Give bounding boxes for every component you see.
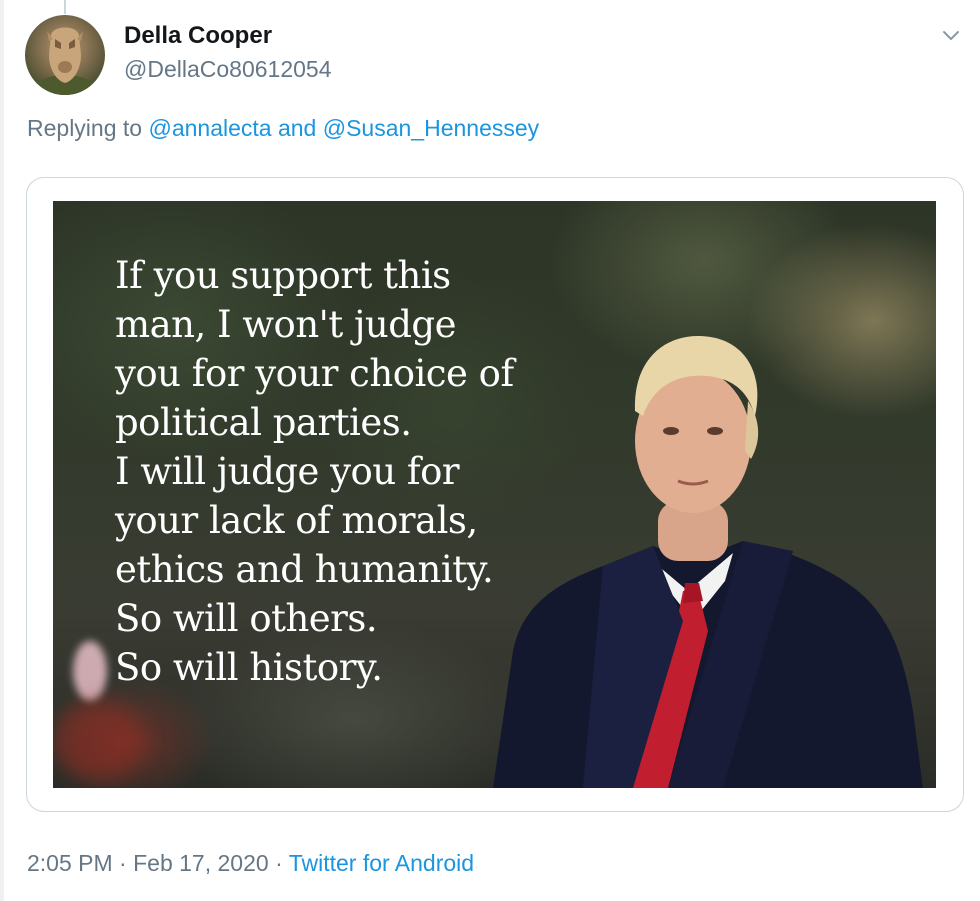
tweet-source-link[interactable]: Twitter for Android bbox=[289, 850, 474, 876]
tweet-time[interactable]: 2:05 PM bbox=[27, 850, 113, 876]
meta-separator: · bbox=[119, 850, 127, 876]
thread-connector-line bbox=[64, 0, 66, 14]
meta-separator: · bbox=[275, 850, 283, 876]
mention-link[interactable]: @Susan_Hennessey bbox=[323, 115, 539, 141]
display-name[interactable]: Della Cooper bbox=[124, 22, 272, 50]
tweet-photo[interactable]: If you support this man, I won't judge y… bbox=[53, 201, 936, 788]
lioness-avatar-image bbox=[31, 27, 99, 95]
tweet-metadata: 2:05 PM · Feb 17, 2020 · Twitter for And… bbox=[27, 850, 474, 877]
replying-to-label: Replying to bbox=[27, 115, 143, 141]
chevron-down-icon[interactable] bbox=[940, 24, 962, 46]
light-bokeh bbox=[73, 641, 107, 701]
timeline-border bbox=[0, 0, 4, 901]
user-handle[interactable]: @DellaCo80612054 bbox=[124, 56, 332, 83]
replying-to-line: Replying to @annalecta and @Susan_Hennes… bbox=[27, 115, 539, 142]
avatar[interactable] bbox=[25, 15, 105, 95]
light-bokeh bbox=[53, 701, 143, 781]
tweet-date[interactable]: Feb 17, 2020 bbox=[133, 850, 269, 876]
mention-link[interactable]: @annalecta bbox=[148, 115, 271, 141]
mention-joiner: and bbox=[277, 115, 317, 141]
image-quote-text: If you support this man, I won't judge y… bbox=[115, 254, 514, 689]
